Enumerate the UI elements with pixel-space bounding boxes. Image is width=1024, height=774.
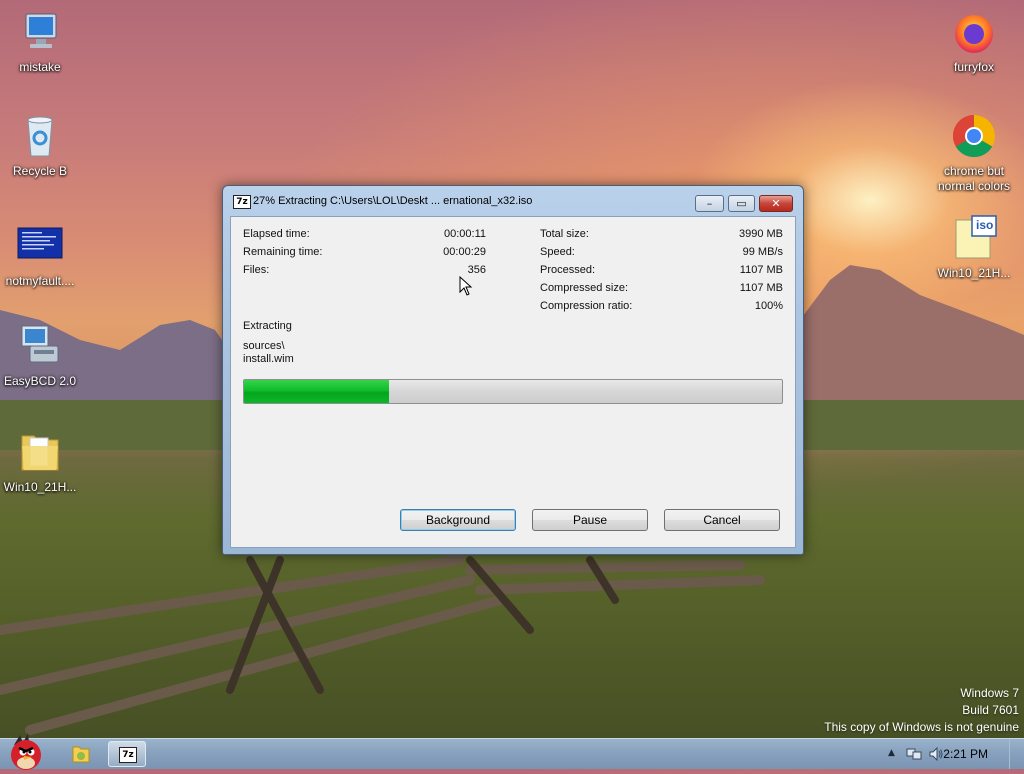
desktop-icon-label: Win10_21H... — [937, 266, 1011, 280]
current-path: sources\ — [243, 340, 285, 352]
elapsed-time-value: 00:00:11 — [443, 228, 486, 240]
desktop-icon-label: Win10_21H... — [3, 480, 77, 494]
desktop-icon-label: Recycle B — [12, 164, 68, 178]
computer-icon — [16, 8, 64, 56]
remaining-time-value: 00:00:29 — [443, 246, 486, 258]
desktop-icon-win10-folder[interactable]: Win10_21H... — [0, 428, 80, 495]
system-tray: ▲ 2:21 PM — [854, 739, 1024, 769]
elapsed-time-label: Elapsed time: — [243, 228, 310, 240]
desktop-icon-label: mistake — [19, 60, 61, 74]
7zip-taskbar-icon: 7z — [119, 747, 137, 763]
show-desktop-button[interactable] — [1009, 739, 1024, 769]
total-size-value: 3990 MB — [738, 228, 783, 240]
taskbar: 7z ▲ 2:21 PM — [0, 733, 1024, 770]
iso-file-icon: iso — [950, 214, 998, 262]
desktop-icon-label: chrome but normal colors — [937, 164, 1011, 193]
explorer-folder-icon — [72, 746, 90, 763]
processed-value: 1107 MB — [739, 264, 783, 276]
taskbar-7zip-button[interactable]: 7z — [108, 741, 146, 767]
volume-icon[interactable] — [928, 747, 944, 761]
background-button[interactable]: Background — [400, 509, 516, 531]
progress-fill — [244, 380, 390, 403]
window-title: 27% Extracting C:\Users\LOL\Deskt ... er… — [253, 195, 533, 207]
compressed-size-value: 1107 MB — [739, 282, 783, 294]
minimize-icon: – — [706, 197, 713, 210]
easybcd-icon — [16, 322, 64, 370]
windows-watermark: Windows 7 Build 7601 This copy of Window… — [824, 685, 1019, 736]
desktop-icon-label: EasyBCD 2.0 — [3, 374, 77, 388]
compression-ratio-value: 100% — [754, 300, 783, 312]
watermark-os: Windows 7 — [960, 686, 1019, 700]
start-button[interactable] — [4, 731, 48, 771]
dialog-content: Elapsed time: 00:00:11 Remaining time: 0… — [230, 216, 796, 548]
clock[interactable]: 2:21 PM — [943, 747, 988, 761]
maximize-icon: ▭ — [736, 197, 747, 210]
desktop-icon-chrome[interactable]: chrome but normal colors — [934, 112, 1014, 194]
desktop-icon-recycle-bin[interactable]: Recycle B — [0, 112, 80, 179]
pause-button[interactable]: Pause — [532, 509, 648, 531]
total-size-label: Total size: — [540, 228, 589, 240]
speed-label: Speed: — [540, 246, 575, 258]
watermark-genuine: This copy of Windows is not genuine — [824, 720, 1019, 734]
minimize-button[interactable]: – — [695, 195, 724, 212]
desktop-icon-win10-iso[interactable]: iso Win10_21H... — [934, 214, 1014, 281]
iso-badge: iso — [976, 218, 994, 232]
watermark-build: Build 7601 — [962, 703, 1019, 717]
files-label: Files: — [243, 264, 270, 276]
remaining-time-label: Remaining time: — [243, 246, 323, 258]
desktop-icon-mistake[interactable]: mistake — [0, 8, 80, 75]
cancel-button[interactable]: Cancel — [664, 509, 780, 531]
tray-overflow-icon[interactable]: ▲ — [888, 748, 895, 758]
chrome-icon — [950, 112, 998, 160]
title-bar[interactable]: 7z 27% Extracting C:\Users\LOL\Deskt ...… — [223, 186, 803, 216]
desktop-icon-label: furryfox — [953, 60, 994, 74]
mouse-cursor-icon — [459, 276, 473, 296]
speed-value: 99 MB/s — [742, 246, 783, 258]
status-text: Extracting — [243, 320, 292, 332]
maximize-button[interactable]: ▭ — [728, 195, 755, 212]
taskbar-explorer-button[interactable] — [62, 741, 100, 767]
desktop-icon-easybcd[interactable]: EasyBCD 2.0 — [0, 322, 80, 389]
7zip-app-icon: 7z — [233, 195, 251, 209]
close-button[interactable]: ✕ — [759, 195, 793, 212]
compression-ratio-label: Compression ratio: — [540, 300, 633, 312]
bsod-screenshot-icon — [16, 222, 64, 270]
close-icon: ✕ — [771, 197, 781, 210]
desktop-icon-furryfox[interactable]: furryfox — [934, 8, 1014, 75]
files-value: 356 — [467, 264, 486, 276]
firefox-icon — [950, 8, 998, 56]
network-icon[interactable] — [906, 747, 922, 761]
desktop-icon-label: notmyfault.... — [5, 274, 75, 288]
recycle-bin-icon — [16, 112, 64, 160]
processed-label: Processed: — [540, 264, 596, 276]
folder-icon — [16, 428, 64, 476]
angry-bird-start-icon — [11, 733, 41, 770]
extraction-progress-bar — [243, 379, 783, 404]
extraction-dialog: 7z 27% Extracting C:\Users\LOL\Deskt ...… — [222, 185, 804, 555]
desktop-icon-notmyfault[interactable]: notmyfault.... — [0, 222, 80, 289]
compressed-size-label: Compressed size: — [540, 282, 629, 294]
current-file: install.wim — [243, 353, 294, 365]
